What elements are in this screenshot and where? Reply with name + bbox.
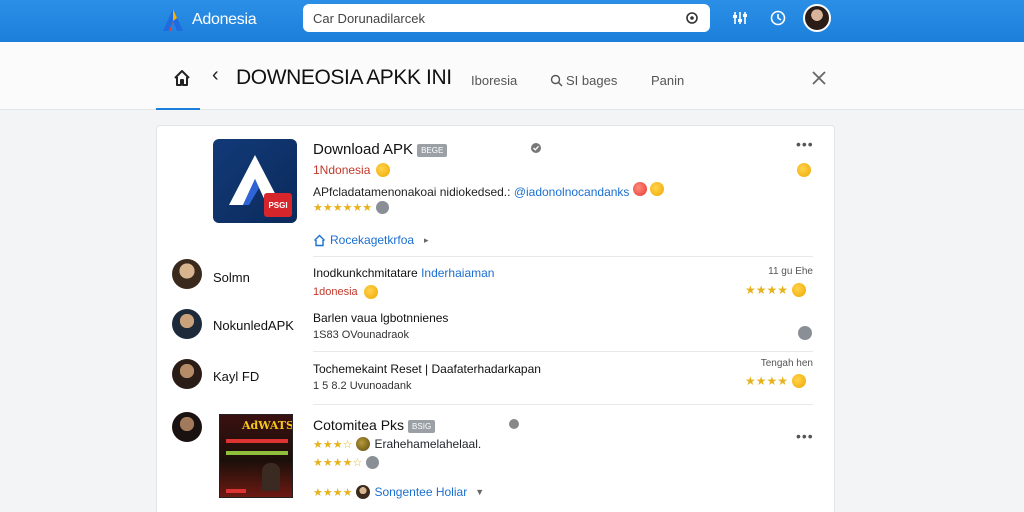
review-rating: ★★★★ — [745, 283, 807, 297]
more-options-icon[interactable]: ••• — [796, 136, 814, 152]
tab-3[interactable]: Panin — [651, 73, 684, 88]
more-options-icon[interactable]: ••• — [796, 428, 814, 444]
review-line-4-text: Songentee Holiar — [374, 485, 468, 499]
emoji-icon — [797, 163, 811, 177]
camera-search-icon[interactable] — [684, 10, 700, 26]
info-icon[interactable] — [376, 201, 390, 214]
review-title[interactable]: Barlen vaua lgbotnnienes — [313, 311, 448, 325]
hero-link[interactable]: Rocekagetkrfoa ▸ — [313, 233, 429, 247]
hero-desc-text: APfcladatamenonakoai nidiokedsed.: — [313, 185, 511, 199]
poster-title: AdWATS — [242, 419, 293, 432]
review-title-text: Cotomitea Pks — [313, 417, 405, 433]
review-tag: BSIG — [408, 419, 436, 433]
user-avatar[interactable] — [803, 4, 831, 32]
back-chevron-icon[interactable]: ‹ — [212, 64, 219, 87]
review-meta: 1donesia — [313, 285, 378, 299]
star-rating: ★★★★ — [745, 374, 789, 388]
verified-icon — [509, 419, 519, 429]
poster-stripe — [226, 451, 288, 455]
reviewer-avatar[interactable] — [172, 309, 202, 339]
review-title[interactable]: Tochemekaint Reset | Daafaterhadarkapan — [313, 362, 541, 376]
review-rating: ★★★★ — [745, 374, 807, 388]
filter-icon[interactable] — [730, 8, 750, 28]
emoji-icon — [650, 182, 665, 196]
star-rating: ★★★★ — [313, 486, 353, 499]
hero-title-text: Download APK — [313, 141, 414, 158]
brand-name: Adonesia — [192, 11, 257, 28]
reviewer-avatar[interactable] — [172, 359, 202, 389]
star-rating: ★★★★★★ — [313, 202, 373, 214]
emoji-icon — [792, 283, 807, 297]
history-icon[interactable] — [768, 8, 788, 28]
review-date: Tengah hen — [760, 358, 813, 369]
tab-1[interactable]: Iboresia — [471, 73, 517, 88]
avatar-small — [356, 485, 371, 499]
sub-header: ‹ DOWNEOSIA APKK INI Iboresia SI bages P… — [0, 42, 1024, 110]
divider — [313, 351, 813, 352]
search-icon — [550, 74, 563, 87]
divider — [313, 404, 813, 405]
poster-stripe — [226, 489, 246, 493]
emoji-icon — [376, 163, 391, 177]
tab-2[interactable]: SI bages — [550, 73, 617, 88]
hero-title[interactable]: Download APK BEGE — [313, 141, 448, 158]
brand[interactable]: Adonesia — [160, 6, 257, 34]
top-bar: Adonesia Car Dorunadilarcek — [0, 0, 1024, 42]
poster-image[interactable]: AdWATS — [219, 414, 293, 498]
chevron-down-icon: ▼ — [475, 487, 485, 497]
hero-tag: BEGE — [417, 143, 448, 157]
hero-subtitle: 1Ndonesia — [313, 163, 391, 177]
verified-icon — [798, 326, 812, 340]
review-title-text: Inodkunkchmitatare — [313, 266, 418, 280]
close-icon[interactable] — [810, 69, 828, 87]
reviewer-name[interactable]: NokunledAPK — [213, 318, 294, 333]
tab-2-label: SI bages — [566, 73, 618, 88]
search-bar[interactable]: Car Dorunadilarcek — [303, 4, 710, 32]
hero-link-text: Rocekagetkrfoa — [330, 233, 415, 247]
info-icon[interactable] — [366, 456, 380, 469]
brand-logo-icon — [163, 9, 183, 31]
avatar-small — [356, 437, 371, 451]
review-line-2: ★★★☆ Erahehamelahelaal. — [313, 437, 481, 451]
star-rating: ★★★★☆ — [313, 457, 363, 469]
hero-desc-link[interactable]: @iadonolnocandanks — [514, 185, 630, 199]
chevron-right-icon: ▸ — [424, 234, 429, 245]
hero-description: APfcladatamenonakoai nidiokedsed.: @iado… — [313, 182, 665, 199]
poster-stripe — [226, 439, 288, 443]
reviewer-name[interactable]: Kayl FD — [213, 369, 259, 384]
reviewer-avatar[interactable] — [172, 259, 202, 289]
hero-subtitle-text: 1Ndonesia — [313, 163, 371, 177]
poster-figure — [262, 463, 280, 491]
review-title[interactable]: Cotomitea Pks BSIG — [313, 417, 436, 433]
star-rating: ★★★★ — [745, 283, 789, 297]
search-input[interactable]: Car Dorunadilarcek — [313, 11, 684, 26]
review-title[interactable]: Inodkunkchmitatare Inderhaiaman — [313, 266, 494, 280]
app-badge: PSGI — [264, 193, 292, 217]
review-title-link[interactable]: Inderhaiaman — [421, 266, 494, 280]
home-link-icon — [314, 234, 325, 246]
verified-icon — [531, 143, 541, 153]
home-icon[interactable] — [172, 68, 192, 88]
star-rating: ★★★☆ — [313, 438, 353, 451]
review-line-2-text: Erahehamelahelaal. — [374, 437, 482, 451]
active-tab-indicator — [156, 108, 200, 110]
reviewer-name[interactable]: Solmn — [213, 270, 250, 285]
review-line-3: ★★★★☆ — [313, 456, 380, 469]
review-meta: 1S83 OVounadraok — [313, 329, 410, 341]
heart-icon — [632, 182, 647, 196]
review-meta: 1 5 8.2 Uvunoadank — [313, 380, 412, 392]
divider — [313, 256, 813, 257]
hero-rating: ★★★★★★ — [313, 201, 390, 214]
emoji-icon — [363, 285, 378, 299]
page-title: DOWNEOSIA APKK INI — [236, 66, 452, 89]
reviewer-avatar[interactable] — [172, 412, 202, 442]
review-line-4[interactable]: ★★★★ Songentee Holiar ▼ — [313, 485, 484, 499]
review-date: 11 gu Ehe — [768, 266, 813, 277]
emoji-icon — [792, 374, 807, 388]
review-meta-text: 1donesia — [313, 286, 358, 298]
